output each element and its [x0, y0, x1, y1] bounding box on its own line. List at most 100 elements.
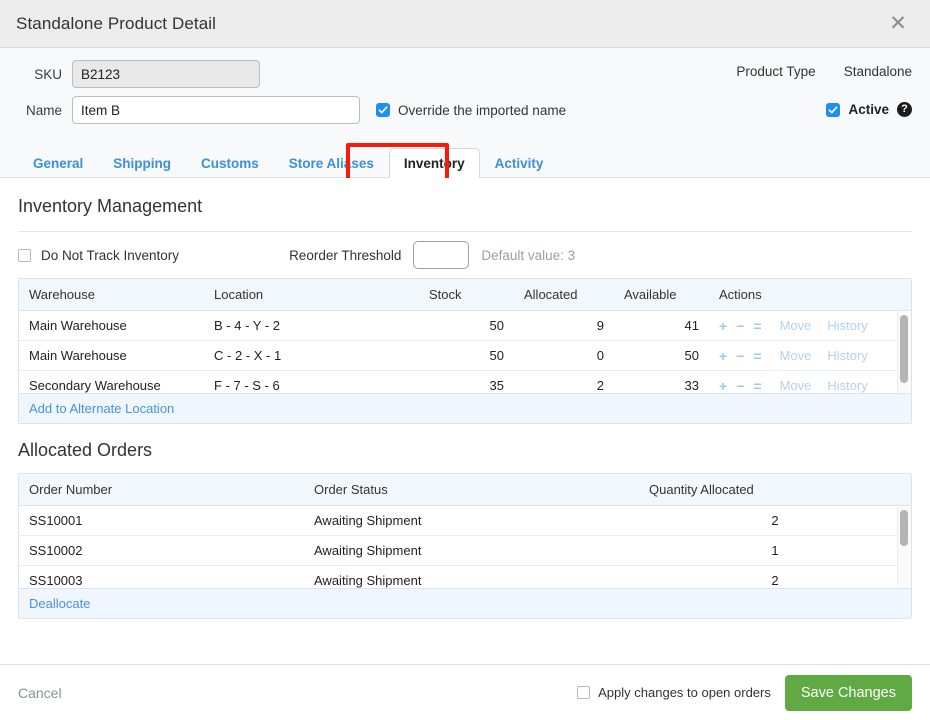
move-link[interactable]: Move	[780, 318, 812, 333]
apply-changes-label: Apply changes to open orders	[598, 685, 771, 700]
allocated-orders-header: Order Number Order Status Quantity Alloc…	[19, 474, 911, 506]
product-type-value: Standalone	[843, 64, 912, 79]
tab-shipping[interactable]: Shipping	[98, 148, 186, 178]
cell-available: 50	[614, 340, 709, 371]
add-alternate-location-link[interactable]: Add to Alternate Location	[29, 401, 174, 416]
cell-location: C - 2 - X - 1	[204, 340, 419, 371]
allocated-scrollbar-thumb[interactable]	[900, 510, 908, 546]
override-name-control[interactable]: Override the imported name	[376, 103, 566, 118]
apply-changes-checkbox[interactable]	[577, 686, 591, 699]
warehouse-table: Warehouse Location Stock Allocated Avail…	[18, 278, 912, 424]
cell-location: B - 4 - Y - 2	[204, 311, 419, 341]
override-name-checkbox[interactable]	[376, 103, 390, 117]
cell-allocated: 9	[514, 311, 614, 341]
dialog-title: Standalone Product Detail	[16, 13, 217, 33]
set-stock-icon[interactable]: =	[753, 379, 761, 393]
name-label: Name	[25, 102, 62, 118]
cell-order-number: SS10002	[19, 535, 304, 566]
name-input[interactable]	[72, 96, 360, 124]
reorder-threshold-input[interactable]	[413, 241, 470, 269]
tab-bar: General Shipping Customs Store Aliases I…	[0, 140, 930, 186]
col-actions: Actions	[709, 279, 911, 311]
col-allocated: Allocated	[514, 279, 614, 311]
increase-stock-icon[interactable]: +	[719, 319, 727, 333]
dialog-footer: Cancel Apply changes to open orders Save…	[0, 664, 930, 720]
save-changes-button[interactable]: Save Changes	[784, 674, 912, 711]
cell-quantity: 1	[639, 535, 911, 566]
inventory-panel: Inventory Management Do Not Track Invent…	[0, 178, 930, 664]
inventory-options-row: Do Not Track Inventory Reorder Threshold…	[18, 232, 912, 278]
tab-customs[interactable]: Customs	[186, 148, 274, 178]
product-detail-dialog: Standalone Product Detail ✕ SKU Name Ove…	[0, 0, 930, 720]
deallocate-link[interactable]: Deallocate	[29, 596, 90, 611]
allocated-orders-table: Order Number Order Status Quantity Alloc…	[18, 473, 912, 619]
set-stock-icon[interactable]: =	[753, 319, 761, 333]
cell-warehouse: Main Warehouse	[19, 311, 204, 341]
warehouse-scrollbar-thumb[interactable]	[900, 315, 908, 383]
table-row[interactable]: Main Warehouse B - 4 - Y - 2 50 9 41 + −	[19, 311, 911, 341]
table-row[interactable]: Secondary Warehouse F - 7 - S - 6 35 2 3…	[19, 370, 911, 393]
col-warehouse: Warehouse	[19, 279, 204, 311]
allocated-rows-table: SS10001 Awaiting Shipment 2 SS10002 Awai…	[19, 506, 911, 588]
allocated-header-row: Order Number Order Status Quantity Alloc…	[19, 474, 911, 506]
warehouse-rows-scroll[interactable]: Main Warehouse B - 4 - Y - 2 50 9 41 + −	[19, 311, 911, 393]
move-link[interactable]: Move	[780, 348, 812, 363]
decrease-stock-icon[interactable]: −	[736, 379, 744, 393]
history-link[interactable]: History	[827, 378, 867, 393]
name-row: Name Override the imported name	[16, 96, 912, 124]
cell-order-number: SS10003	[19, 565, 304, 588]
table-row[interactable]: SS10001 Awaiting Shipment 2	[19, 506, 911, 536]
inventory-section-title: Inventory Management	[18, 196, 203, 216]
tab-activity[interactable]: Activity	[480, 148, 559, 178]
product-type-info: Product Type Standalone	[736, 64, 912, 79]
reorder-threshold-label: Reorder Threshold	[289, 247, 402, 263]
cell-quantity: 2	[639, 506, 911, 536]
move-link[interactable]: Move	[780, 378, 812, 393]
tab-general[interactable]: General	[18, 148, 98, 178]
decrease-stock-icon[interactable]: −	[736, 349, 744, 363]
warehouse-table-header: Warehouse Location Stock Allocated Avail…	[19, 279, 911, 311]
active-checkbox[interactable]	[826, 102, 841, 117]
table-row[interactable]: SS10002 Awaiting Shipment 1	[19, 535, 911, 566]
table-row[interactable]: Main Warehouse C - 2 - X - 1 50 0 50 + −	[19, 340, 911, 371]
override-name-label: Override the imported name	[398, 102, 567, 118]
col-stock: Stock	[419, 279, 514, 311]
tab-inventory[interactable]: Inventory	[388, 148, 480, 178]
active-control[interactable]: Active ?	[826, 102, 912, 117]
product-header-fields: SKU Name Override the imported name Prod…	[0, 48, 930, 140]
sku-input[interactable]	[72, 60, 260, 88]
warehouse-table-footer: Add to Alternate Location	[19, 393, 911, 423]
close-icon[interactable]: ✕	[884, 10, 912, 38]
cell-actions: + − = Move History	[709, 370, 911, 393]
help-icon[interactable]: ?	[897, 102, 912, 117]
increase-stock-icon[interactable]: +	[719, 349, 727, 363]
reorder-default-value-text: Default value: 3	[481, 247, 576, 263]
reorder-threshold-control: Reorder Threshold Default value: 3	[289, 241, 575, 269]
cell-available: 33	[614, 370, 709, 393]
apply-changes-control[interactable]: Apply changes to open orders	[577, 685, 771, 700]
allocated-table-footer: Deallocate	[19, 588, 911, 618]
set-stock-icon[interactable]: =	[753, 349, 761, 363]
cell-warehouse: Main Warehouse	[19, 340, 204, 371]
decrease-stock-icon[interactable]: −	[736, 319, 744, 333]
cell-stock: 35	[419, 370, 514, 393]
history-link[interactable]: History	[827, 318, 867, 333]
tab-store-aliases[interactable]: Store Aliases	[274, 148, 389, 178]
allocated-rows-scroll[interactable]: SS10001 Awaiting Shipment 2 SS10002 Awai…	[19, 506, 911, 588]
increase-stock-icon[interactable]: +	[719, 379, 727, 393]
table-row[interactable]: SS10003 Awaiting Shipment 2	[19, 565, 911, 588]
do-not-track-checkbox[interactable]	[18, 248, 31, 262]
col-location: Location	[204, 279, 419, 311]
do-not-track-label: Do Not Track Inventory	[41, 247, 180, 263]
cell-allocated: 2	[514, 370, 614, 393]
warehouse-rows-table: Main Warehouse B - 4 - Y - 2 50 9 41 + −	[19, 311, 911, 393]
warehouse-header-row: Warehouse Location Stock Allocated Avail…	[19, 279, 911, 311]
col-order-number: Order Number	[19, 474, 304, 506]
allocated-orders-title: Allocated Orders	[18, 440, 153, 460]
cell-location: F - 7 - S - 6	[204, 370, 419, 393]
cancel-button[interactable]: Cancel	[18, 685, 62, 701]
cell-quantity: 2	[639, 565, 911, 588]
history-link[interactable]: History	[827, 348, 867, 363]
cell-order-status: Awaiting Shipment	[304, 565, 639, 588]
product-type-label: Product Type	[736, 64, 816, 79]
